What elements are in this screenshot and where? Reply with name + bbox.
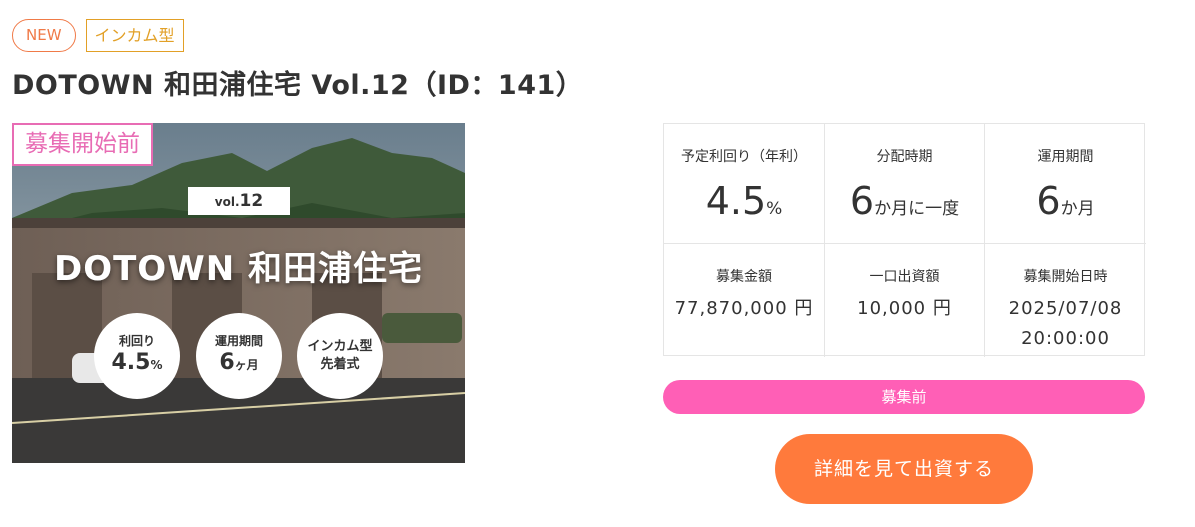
recruitment-ribbon: 募集開始前 xyxy=(12,123,153,166)
stat-distribution: 分配時期 6か月に一度 xyxy=(825,124,985,244)
stat-period: 運用期間 6か月 xyxy=(985,124,1146,244)
volume-label: vol.12 xyxy=(188,187,290,215)
yield-circle-badge: 利回り 4.5% xyxy=(94,313,180,399)
type-badge: インカム型 xyxy=(85,19,184,52)
property-image[interactable]: 募集開始前 vol.12 DOTOWN 和田浦住宅 利回り 4.5% 運用期間 … xyxy=(12,123,465,463)
invest-details-button[interactable]: 詳細を見て出資する xyxy=(775,434,1033,504)
status-badge: 募集前 xyxy=(663,380,1145,414)
tag-group: NEW インカム型 xyxy=(12,19,184,52)
fund-stats-table: 予定利回り（年利） 4.5% 分配時期 6か月に一度 運用期間 6か月 募集金額… xyxy=(663,123,1146,357)
page-title: DOTOWN 和田浦住宅 Vol.12（ID：141） xyxy=(12,70,584,101)
income-circle-badge: インカム型 先着式 xyxy=(297,313,383,399)
hero-property-name: DOTOWN 和田浦住宅 xyxy=(53,249,424,289)
stat-amount: 募集金額 77,870,000 円 xyxy=(664,244,825,357)
property-photo xyxy=(12,123,465,463)
stat-yield: 予定利回り（年利） 4.5% xyxy=(664,124,825,244)
stat-unit-price: 一口出資額 10,000 円 xyxy=(825,244,985,357)
stat-start-date: 募集開始日時 2025/07/08 20:00:00 xyxy=(1008,269,1123,349)
period-circle-badge: 運用期間 6ヶ月 xyxy=(196,313,282,399)
new-badge: NEW xyxy=(12,19,76,52)
